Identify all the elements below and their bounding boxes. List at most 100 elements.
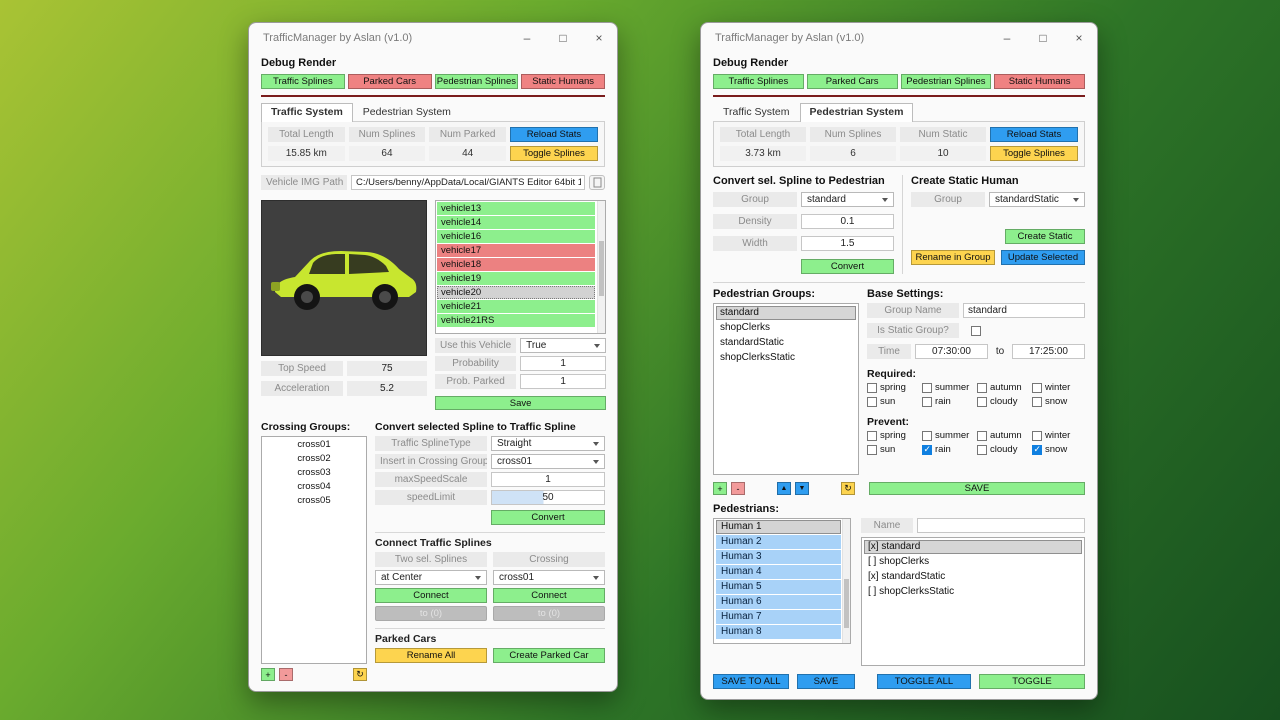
vehicle-list-item[interactable]: vehicle16 bbox=[437, 230, 595, 243]
crossing-group-item[interactable]: cross03 bbox=[262, 467, 366, 479]
pedestrian-list-item[interactable]: Human 4 bbox=[716, 565, 841, 579]
pedestrian-group-item[interactable]: standard bbox=[716, 306, 856, 320]
prevent-autumn-checkbox[interactable] bbox=[977, 431, 987, 441]
pedestrian-group-item[interactable]: shopClerks bbox=[716, 321, 856, 335]
add-crossing-group-button[interactable]: + bbox=[261, 668, 275, 681]
pedestrian-list-item[interactable]: Human 3 bbox=[716, 550, 841, 564]
pedestrian-group-item[interactable]: standardStatic bbox=[716, 336, 856, 350]
top-speed-value[interactable]: 75 bbox=[347, 361, 427, 376]
acceleration-value[interactable]: 5.2 bbox=[347, 381, 427, 396]
group-name-input[interactable] bbox=[963, 303, 1085, 318]
remove-group-button[interactable]: - bbox=[731, 482, 745, 495]
use-vehicle-select[interactable]: True bbox=[520, 338, 606, 353]
save-vehicle-button[interactable]: Save bbox=[435, 396, 606, 410]
refresh-icon[interactable]: ↻ bbox=[353, 668, 367, 681]
save-pedestrian-button[interactable]: SAVE bbox=[797, 674, 855, 689]
pedestrians-scrollbar[interactable] bbox=[842, 519, 850, 643]
debug-parked-cars-button[interactable]: Parked Cars bbox=[807, 74, 898, 89]
connect-splines-button[interactable]: Connect bbox=[375, 588, 487, 603]
connect-crossing-select[interactable]: cross01 bbox=[493, 570, 605, 585]
debug-pedestrian-splines-button[interactable]: Pedestrian Splines bbox=[435, 74, 519, 89]
convert-pedestrian-button[interactable]: Convert bbox=[801, 259, 894, 274]
pedestrian-list-item[interactable]: Human 8 bbox=[716, 625, 841, 639]
crossing-group-item[interactable]: cross04 bbox=[262, 481, 366, 493]
save-group-button[interactable]: SAVE bbox=[869, 482, 1085, 495]
vehicle-list-item[interactable]: vehicle19 bbox=[437, 272, 595, 285]
toggle-splines-button[interactable]: Toggle Splines bbox=[990, 146, 1078, 161]
toggle-splines-button[interactable]: Toggle Splines bbox=[510, 146, 598, 161]
update-selected-button[interactable]: Update Selected bbox=[1001, 250, 1085, 265]
crossing-group-item[interactable]: cross05 bbox=[262, 495, 366, 507]
vehicle-list-item[interactable]: vehicle13 bbox=[437, 202, 595, 215]
pedestrian-list-item[interactable]: Human 2 bbox=[716, 535, 841, 549]
rename-all-button[interactable]: Rename All bbox=[375, 648, 487, 663]
vehicle-list-item[interactable]: vehicle21 bbox=[437, 300, 595, 313]
vehicle-list-item[interactable]: vehicle21RS bbox=[437, 314, 595, 327]
minimize-icon[interactable]: – bbox=[509, 23, 545, 53]
rename-in-group-button[interactable]: Rename in Group bbox=[911, 250, 995, 265]
density-input[interactable] bbox=[801, 214, 894, 229]
crossing-group-item[interactable]: cross02 bbox=[262, 453, 366, 465]
minimize-icon[interactable]: – bbox=[989, 23, 1025, 53]
required-rain-checkbox[interactable] bbox=[922, 397, 932, 407]
static-group-select[interactable]: standardStatic bbox=[989, 192, 1085, 207]
assignment-item[interactable]: [x] standardStatic bbox=[864, 570, 1082, 584]
tab-pedestrian-system[interactable]: Pedestrian System bbox=[353, 103, 461, 121]
vehicle-list-scrollbar[interactable] bbox=[597, 201, 605, 333]
debug-parked-cars-button[interactable]: Parked Cars bbox=[348, 74, 432, 89]
debug-static-humans-button[interactable]: Static Humans bbox=[521, 74, 605, 89]
pedestrian-name-input[interactable] bbox=[917, 518, 1085, 533]
required-sun-checkbox[interactable] bbox=[867, 397, 877, 407]
remove-crossing-group-button[interactable]: - bbox=[279, 668, 293, 681]
prevent-summer-checkbox[interactable] bbox=[922, 431, 932, 441]
assignment-item[interactable]: [x] standard bbox=[864, 540, 1082, 554]
debug-pedestrian-splines-button[interactable]: Pedestrian Splines bbox=[901, 74, 992, 89]
connect-crossing-button[interactable]: Connect bbox=[493, 588, 605, 603]
move-up-icon[interactable]: ▲ bbox=[777, 482, 791, 495]
tab-traffic-system[interactable]: Traffic System bbox=[713, 103, 800, 121]
required-winter-checkbox[interactable] bbox=[1032, 383, 1042, 393]
vehicle-img-path-input[interactable] bbox=[351, 175, 585, 190]
max-speed-scale-input[interactable] bbox=[491, 472, 605, 487]
debug-traffic-splines-button[interactable]: Traffic Splines bbox=[713, 74, 804, 89]
crossing-group-item[interactable]: cross01 bbox=[262, 439, 366, 451]
maximize-icon[interactable]: □ bbox=[1025, 23, 1061, 53]
close-icon[interactable]: × bbox=[581, 23, 617, 53]
prevent-sun-checkbox[interactable] bbox=[867, 445, 877, 455]
pedestrian-list-item[interactable]: Human 6 bbox=[716, 595, 841, 609]
tab-traffic-system[interactable]: Traffic System bbox=[261, 103, 353, 122]
pedestrian-list-item[interactable]: Human 5 bbox=[716, 580, 841, 594]
probability-input[interactable] bbox=[520, 356, 606, 371]
close-icon[interactable]: × bbox=[1061, 23, 1097, 53]
move-down-icon[interactable]: ▼ bbox=[795, 482, 809, 495]
maximize-icon[interactable]: □ bbox=[545, 23, 581, 53]
add-group-button[interactable]: + bbox=[713, 482, 727, 495]
refresh-icon[interactable]: ↻ bbox=[841, 482, 855, 495]
prevent-winter-checkbox[interactable] bbox=[1032, 431, 1042, 441]
pedestrian-list-item[interactable]: Human 7 bbox=[716, 610, 841, 624]
toggle-all-button[interactable]: TOGGLE ALL bbox=[877, 674, 971, 689]
pedestrian-group-select[interactable]: standard bbox=[801, 192, 894, 207]
create-parked-car-button[interactable]: Create Parked Car bbox=[493, 648, 605, 663]
required-spring-checkbox[interactable] bbox=[867, 383, 877, 393]
required-snow-checkbox[interactable] bbox=[1032, 397, 1042, 407]
save-to-all-button[interactable]: SAVE TO ALL bbox=[713, 674, 789, 689]
pedestrian-group-item[interactable]: shopClerksStatic bbox=[716, 351, 856, 365]
scrollbar-thumb[interactable] bbox=[599, 241, 604, 296]
toggle-button[interactable]: TOGGLE bbox=[979, 674, 1085, 689]
required-autumn-checkbox[interactable] bbox=[977, 383, 987, 393]
tab-pedestrian-system[interactable]: Pedestrian System bbox=[800, 103, 914, 122]
browse-path-button[interactable] bbox=[589, 175, 605, 190]
insert-crossing-group-select[interactable]: cross01 bbox=[491, 454, 605, 469]
scrollbar-thumb[interactable] bbox=[844, 579, 849, 629]
reload-stats-button[interactable]: Reload Stats bbox=[990, 127, 1078, 142]
connect-mode-select[interactable]: at Center bbox=[375, 570, 487, 585]
prevent-snow-checkbox[interactable] bbox=[1032, 445, 1042, 455]
debug-traffic-splines-button[interactable]: Traffic Splines bbox=[261, 74, 345, 89]
pedestrian-list-item[interactable]: Human 1 bbox=[716, 520, 841, 534]
width-input[interactable] bbox=[801, 236, 894, 251]
prevent-spring-checkbox[interactable] bbox=[867, 431, 877, 441]
vehicle-list-item[interactable]: vehicle14 bbox=[437, 216, 595, 229]
spline-type-select[interactable]: Straight bbox=[491, 436, 605, 451]
reload-stats-button[interactable]: Reload Stats bbox=[510, 127, 598, 142]
